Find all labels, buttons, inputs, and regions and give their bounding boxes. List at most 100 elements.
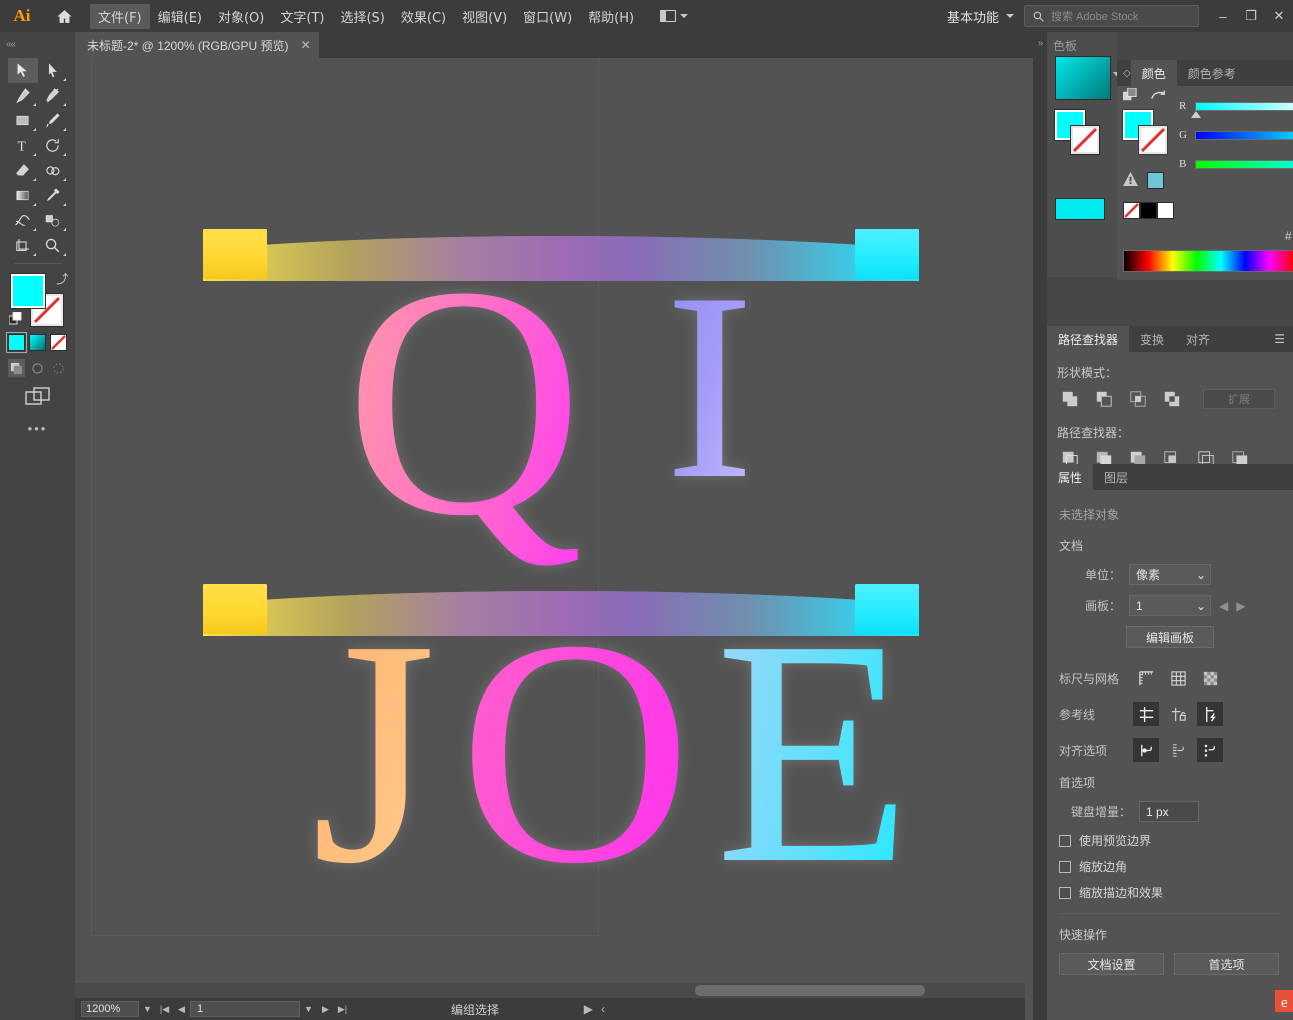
artwork-letter-J[interactable]: J [311,591,436,913]
checkbox-icon[interactable] [1059,860,1071,873]
artboard-dropdown-icon[interactable]: ▼ [300,1000,317,1018]
show-rulers-icon[interactable] [1133,666,1159,690]
direct-selection-tool[interactable] [38,58,68,83]
artwork-letter-E[interactable]: E [715,591,912,913]
swatches-gradient-preview[interactable] [1055,56,1111,100]
gradient-tool[interactable] [8,183,38,208]
artwork-letter-Q[interactable]: Q [345,237,583,567]
menu-item-select[interactable]: 选择(S) [332,4,392,29]
shape-builder-tool[interactable] [38,158,68,183]
menu-item-view[interactable]: 视图(V) [454,4,515,29]
stock-search-input[interactable]: 搜索 Adobe Stock [1024,5,1199,27]
none-swatch[interactable] [50,334,67,351]
last-artboard-button[interactable]: ▶| [334,1000,351,1018]
menu-item-object[interactable]: 对象(O) [210,4,272,29]
snap-to-point-icon[interactable] [1133,738,1159,762]
tab-align[interactable]: 对齐 [1175,326,1221,352]
selection-tool[interactable] [7,58,38,83]
status-resize-icon[interactable]: ‹ [601,1002,605,1016]
menu-item-effect[interactable]: 效果(C) [393,4,454,29]
zoom-level-field[interactable]: 1200% [81,1001,139,1017]
more-tools-button[interactable]: ••• [8,421,68,436]
tab-color-guide[interactable]: 颜色参考 [1177,60,1247,86]
eyedropper-tool[interactable] [38,183,68,208]
gradient-swatch[interactable] [29,334,46,351]
curvature-tool[interactable] [38,83,68,108]
close-button[interactable]: ✕ [1265,0,1293,32]
home-icon[interactable] [44,0,84,32]
document-tab[interactable]: 未标题-2* @ 1200% (RGB/GPU 预览) ✕ [75,32,319,58]
out-of-gamut-warning-icon[interactable] [1123,172,1138,189]
document-setup-button[interactable]: 文档设置 [1059,953,1164,975]
draw-inside-icon[interactable] [50,359,67,377]
panel-collapse-icon[interactable]: ◇ [1117,68,1131,79]
reverse-colors-icon[interactable] [1150,89,1166,106]
previous-artboard-icon[interactable]: ◀ [1219,599,1228,613]
swatches-active-color[interactable] [1055,198,1105,220]
workspace-switcher[interactable]: 基本功能 [937,7,1024,26]
artwork-group[interactable]: Q I J O E [197,217,925,913]
tab-transform[interactable]: 变换 [1129,326,1175,352]
rotate-tool[interactable] [38,133,68,158]
width-tool[interactable] [8,208,38,233]
snap-to-grid-icon[interactable] [1165,738,1191,762]
artwork-top-group[interactable]: Q I [197,217,925,567]
menu-item-window[interactable]: 窗口(W) [515,4,580,29]
color-panel-stroke-swatch[interactable] [1138,125,1168,155]
artwork-letter-O[interactable]: O [459,591,692,913]
status-menu-icon[interactable]: ▶ [584,1002,593,1016]
artboard-number-field[interactable]: 1 [190,1001,300,1017]
next-artboard-icon[interactable]: ▶ [1236,599,1245,613]
fill-stroke-toggle-icon[interactable] [1123,87,1138,106]
artwork-bottom-group[interactable]: J O E [197,572,925,913]
close-icon[interactable]: ✕ [301,39,311,51]
artboard-tool[interactable] [8,233,38,258]
first-artboard-button[interactable]: |◀ [156,1000,173,1018]
flat-color-swatch[interactable] [6,332,27,353]
minimize-button[interactable]: – [1209,0,1237,32]
draw-behind-icon[interactable] [29,359,46,377]
swap-fill-stroke-icon[interactable]: ⤴ [56,270,68,287]
color-spectrum-bar[interactable] [1123,250,1293,272]
slider-knob-r[interactable] [1191,110,1201,118]
canvas-horizontal-scrollbar[interactable] [75,983,1025,998]
type-tool[interactable]: T [8,133,38,158]
menu-item-file[interactable]: 文件(F) [90,3,150,29]
artwork-letter-I[interactable]: I [665,252,754,520]
preferences-button[interactable]: 首选项 [1174,953,1279,975]
tab-color[interactable]: 颜色 [1130,60,1177,86]
next-artboard-button[interactable]: ▶ [317,1000,334,1018]
checkbox-scale-corners[interactable]: 缩放边角 [1059,858,1281,875]
previous-artboard-button[interactable]: ◀ [173,1000,190,1018]
menu-item-edit[interactable]: 编辑(E) [150,4,210,29]
checkbox-use-preview-bounds[interactable]: 使用预览边界 [1059,832,1281,849]
menu-item-type[interactable]: 文字(T) [272,4,332,29]
rectangle-tool[interactable] [8,108,38,133]
zoom-dropdown-icon[interactable]: ▼ [139,1000,156,1018]
slider-track-r[interactable] [1191,101,1293,118]
checkbox-scale-strokes-effects[interactable]: 缩放描边和效果 [1059,884,1281,901]
unite-icon[interactable] [1057,388,1083,410]
tools-panel-grip[interactable]: «« [0,32,75,56]
default-fill-stroke-icon[interactable] [8,311,23,326]
white-swatch[interactable] [1157,202,1174,219]
slider-track-g[interactable] [1195,130,1293,140]
tab-pathfinder[interactable]: 路径查找器 [1047,326,1130,352]
lock-guides-icon[interactable] [1165,702,1191,726]
show-grid-icon[interactable] [1165,666,1191,690]
none-swatch[interactable] [1123,202,1140,219]
zoom-tool[interactable] [38,233,68,258]
slider-track-b[interactable] [1195,159,1293,169]
canvas-area[interactable]: Q I J O E [75,58,1025,998]
swatches-stroke-swatch[interactable] [1070,125,1100,155]
intersect-icon[interactable] [1125,388,1151,410]
maximize-button[interactable]: ❐ [1237,0,1265,32]
panel-menu-icon[interactable]: ☰ [1266,332,1293,346]
keyboard-increment-field[interactable]: 1 px [1139,801,1199,822]
black-swatch[interactable] [1140,202,1157,219]
horizontal-scroll-thumb[interactable] [695,985,925,996]
show-transparency-grid-icon[interactable] [1197,666,1223,690]
arrange-documents-button[interactable] [654,7,694,25]
show-guides-icon[interactable] [1133,702,1159,726]
in-gamut-color-swatch[interactable] [1147,172,1164,189]
